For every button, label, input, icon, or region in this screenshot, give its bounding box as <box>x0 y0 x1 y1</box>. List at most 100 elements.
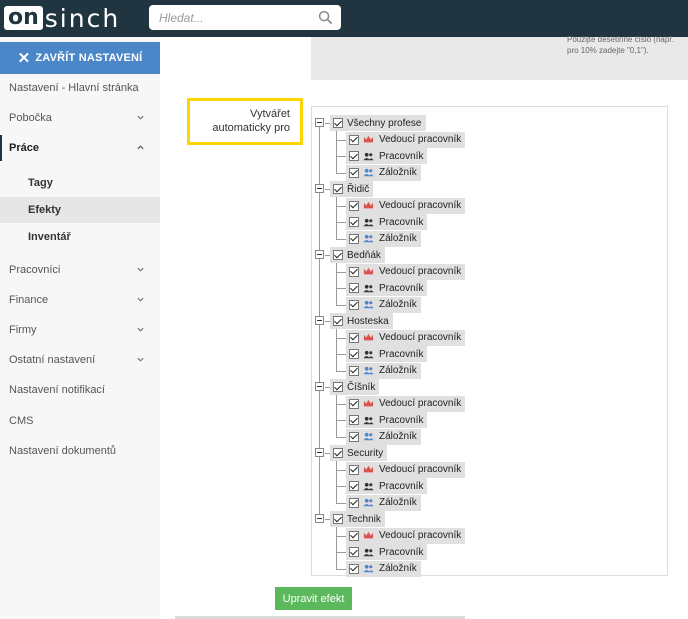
checkbox[interactable] <box>349 464 359 475</box>
checkbox[interactable] <box>349 497 359 508</box>
tree-node-role[interactable]: Záložník <box>346 296 421 313</box>
chevron-down-icon <box>137 357 144 362</box>
checkbox[interactable] <box>349 167 359 178</box>
sidebar-item-label: Tagy <box>28 177 53 189</box>
collapse-toggle[interactable] <box>315 184 324 193</box>
tree-node-role[interactable]: Pracovník <box>346 412 428 428</box>
sidebar-item-tags[interactable]: Tagy <box>0 170 160 196</box>
collapse-toggle[interactable] <box>315 514 324 523</box>
collapse-toggle[interactable] <box>315 448 324 457</box>
collapse-toggle[interactable] <box>315 316 324 325</box>
checkbox[interactable] <box>333 448 343 458</box>
checkbox[interactable] <box>333 118 343 128</box>
checkbox[interactable] <box>349 365 359 376</box>
tree-node-role[interactable]: Záložník <box>346 428 421 445</box>
tree-node-role[interactable]: Pracovník <box>346 214 428 230</box>
checkbox[interactable] <box>333 316 343 326</box>
tree-connector-line <box>336 263 337 305</box>
checkbox[interactable] <box>349 134 359 145</box>
tree-node-role[interactable]: Vedoucí pracovník <box>346 197 466 214</box>
tree-node-role[interactable]: Záložník <box>346 164 421 181</box>
sidebar-item-documents[interactable]: Nastavení dokumentů <box>0 438 160 464</box>
tree-node-profession[interactable]: Všechny profese <box>330 115 426 131</box>
collapse-toggle[interactable] <box>315 118 324 127</box>
checkbox[interactable] <box>349 398 359 409</box>
onsinch-logo[interactable]: on sinch <box>4 4 120 33</box>
sidebar-item-branch[interactable]: Pobočka <box>0 105 160 131</box>
tree-node-role[interactable]: Pracovník <box>346 346 428 362</box>
tree-node-role[interactable]: Záložník <box>346 494 421 511</box>
checkbox[interactable] <box>349 563 359 574</box>
checkbox[interactable] <box>349 299 359 310</box>
sidebar-item-finance[interactable]: Finance <box>0 287 160 313</box>
sidebar-item-main-settings[interactable]: Nastavení - Hlavní stránka <box>0 75 160 101</box>
tree-node-role[interactable]: Vedoucí pracovník <box>346 329 466 346</box>
collapse-toggle[interactable] <box>315 382 324 391</box>
tree-node-role[interactable]: Vedoucí pracovník <box>346 461 466 478</box>
role-label: Pracovník <box>379 546 424 558</box>
checkbox[interactable] <box>349 266 359 277</box>
tree-node-role[interactable]: Záložník <box>346 230 421 247</box>
checkbox[interactable] <box>349 233 359 244</box>
checkbox[interactable] <box>349 547 359 557</box>
checkbox[interactable] <box>349 415 359 425</box>
checkbox[interactable] <box>333 382 343 392</box>
search-input[interactable] <box>149 5 314 30</box>
sidebar-item-label: Nastavení dokumentů <box>9 445 117 457</box>
sidebar-item-cms[interactable]: CMS <box>0 408 160 434</box>
checkbox[interactable] <box>333 514 343 524</box>
checkbox[interactable] <box>349 200 359 211</box>
tree-connector-line <box>336 337 346 339</box>
search-box <box>149 5 341 30</box>
tree-node-role[interactable]: Vedoucí pracovník <box>346 131 466 148</box>
checkbox[interactable] <box>349 151 359 161</box>
checkbox[interactable] <box>349 431 359 442</box>
tree-connector-line <box>336 420 346 421</box>
checkbox[interactable] <box>349 349 359 359</box>
sidebar-item-workers[interactable]: Pracovníci <box>0 257 160 283</box>
sidebar-item-label: CMS <box>9 415 34 427</box>
tree-node-role[interactable]: Vedoucí pracovník <box>346 395 466 412</box>
sidebar-item-companies[interactable]: Firmy <box>0 317 160 343</box>
crown-icon <box>363 531 374 540</box>
checkbox[interactable] <box>349 530 359 541</box>
tree-node-role[interactable]: Pracovník <box>346 478 428 494</box>
sidebar-item-effects[interactable]: Efekty <box>0 197 160 223</box>
tree-node-role[interactable]: Vedoucí pracovník <box>346 263 466 280</box>
tree-node-role[interactable]: Pracovník <box>346 280 428 296</box>
sidebar-item-work[interactable]: Práce <box>0 135 160 161</box>
edit-effect-button[interactable]: Upravit efekt <box>275 587 352 610</box>
tree-node-role[interactable]: Záložník <box>346 362 421 379</box>
tree-node-role[interactable]: Pracovník <box>346 148 428 164</box>
sidebar-item-other-settings[interactable]: Ostatní nastavení <box>0 347 160 373</box>
checkbox[interactable] <box>349 481 359 491</box>
sidebar-item-label: Firmy <box>9 324 37 336</box>
tree-node-role[interactable]: Záložník <box>346 560 421 577</box>
tree-node-profession[interactable]: Security <box>330 445 388 461</box>
sidebar-item-notifications[interactable]: Nastavení notifikací <box>0 377 160 403</box>
role-label: Pracovník <box>379 216 424 228</box>
search-icon[interactable] <box>318 10 333 25</box>
sidebar-item-label: Nastavení notifikací <box>9 384 105 396</box>
tree-node-role[interactable]: Pracovník <box>346 544 428 560</box>
tree-node-profession[interactable]: Číšník <box>330 379 380 395</box>
users-icon <box>363 218 374 227</box>
tree-node-profession[interactable]: Hosteska <box>330 313 393 329</box>
users-icon <box>363 548 374 557</box>
tree-node-profession[interactable]: Technik <box>330 511 385 527</box>
checkbox[interactable] <box>333 184 343 194</box>
chevron-down-icon <box>137 297 144 302</box>
role-label: Záložník <box>379 299 417 310</box>
collapse-toggle[interactable] <box>315 250 324 259</box>
tree-node-role[interactable]: Vedoucí pracovník <box>346 527 466 544</box>
checkbox[interactable] <box>333 250 343 260</box>
tree-connector-line <box>336 271 346 273</box>
tree-node-profession[interactable]: Řidič <box>330 181 374 197</box>
checkbox[interactable] <box>349 332 359 343</box>
sidebar-item-label: Pobočka <box>9 112 52 124</box>
checkbox[interactable] <box>349 283 359 293</box>
checkbox[interactable] <box>349 217 359 227</box>
sidebar-item-inventory[interactable]: Inventář <box>0 224 160 250</box>
tree-node-profession[interactable]: Bedňák <box>330 247 385 263</box>
close-settings-button[interactable]: ✕ ZAVŘÍT NASTAVENÍ <box>0 42 160 74</box>
